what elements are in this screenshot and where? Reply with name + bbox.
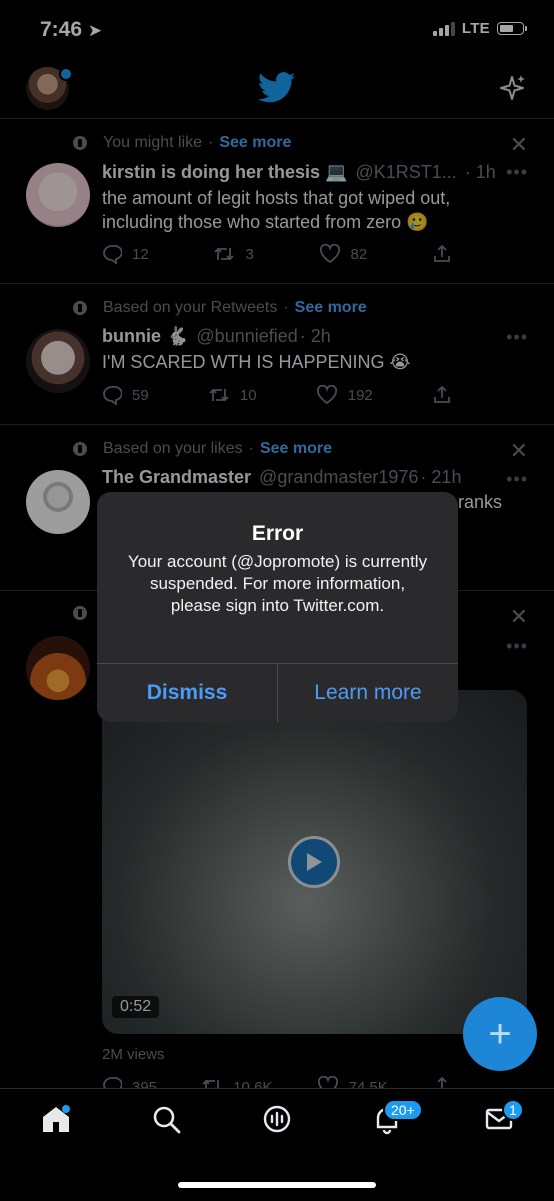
spaces-icon[interactable]: [259, 1101, 295, 1137]
suggestion-icon: [73, 301, 87, 315]
video-duration: 0:52: [112, 996, 160, 1018]
reply-icon: [103, 385, 122, 405]
signal-icon: [432, 21, 455, 36]
avatar[interactable]: [26, 470, 90, 534]
divider: [0, 424, 554, 425]
search-icon[interactable]: [148, 1101, 184, 1137]
play-icon: [307, 853, 322, 871]
share-button[interactable]: [432, 1076, 452, 1088]
tweet-text: I'M SCARED WTH IS HAPPENING 😭: [102, 352, 411, 372]
status-time: 7:46 ➤: [40, 18, 103, 41]
home-icon[interactable]: [38, 1101, 74, 1137]
sparkle-icon[interactable]: [497, 73, 527, 103]
see-more-link[interactable]: See more: [260, 440, 332, 458]
tweet-author[interactable]: The Grandmaster @grandmaster1976 · 21h: [102, 467, 461, 488]
home-indicator: [178, 1182, 376, 1188]
share-icon: [434, 385, 450, 403]
avatar[interactable]: [26, 636, 90, 700]
retweet-icon: [202, 1079, 222, 1088]
share-button[interactable]: [432, 244, 452, 264]
reply-button[interactable]: 59: [102, 385, 149, 405]
tweet-actions: 12 3 82: [102, 244, 452, 264]
reply-icon: [103, 1076, 122, 1088]
heart-icon: [317, 1076, 338, 1088]
retweet-button[interactable]: 10: [208, 385, 257, 405]
see-more-link[interactable]: See more: [219, 134, 291, 152]
tweet-context: You might like · See more: [73, 134, 291, 152]
view-count: 2M views: [102, 1046, 165, 1063]
see-more-link[interactable]: See more: [295, 299, 367, 317]
dialog-title: Error: [251, 522, 304, 545]
retweet-button[interactable]: 3: [213, 244, 254, 264]
reply-button[interactable]: 12: [102, 244, 149, 264]
more-options-icon[interactable]: •••: [506, 162, 528, 183]
heart-icon: [319, 244, 340, 264]
play-button[interactable]: [288, 836, 340, 888]
tweet-text: the amount of legit hosts that got wiped…: [102, 188, 451, 232]
avatar[interactable]: [26, 329, 90, 393]
more-options-icon[interactable]: •••: [506, 636, 528, 657]
notifications-badge: 20+: [383, 1099, 423, 1121]
tweet-author[interactable]: kirstin is doing her thesis 💻 @K1RST1...…: [102, 162, 496, 183]
suggestion-icon: [73, 442, 87, 456]
close-icon[interactable]: ✕: [510, 132, 528, 158]
dismiss-button[interactable]: Dismiss: [97, 664, 277, 722]
close-icon[interactable]: ✕: [510, 438, 528, 464]
tweet-text: ranks: [458, 492, 503, 512]
more-options-icon[interactable]: •••: [506, 469, 528, 490]
heart-icon: [316, 385, 337, 405]
network-label: LTE: [461, 20, 490, 37]
status-icons: LTE: [432, 20, 527, 37]
like-button[interactable]: 192: [316, 385, 373, 405]
messages-badge: 1: [502, 1099, 524, 1121]
retweet-icon: [209, 388, 229, 402]
tweet-actions: 59 10 192: [102, 385, 452, 405]
unread-dot: [59, 67, 73, 81]
retweet-icon: [214, 247, 235, 261]
dialog-message: Your account (@Jopromote) is currently s…: [127, 552, 428, 615]
like-button[interactable]: 74.5K: [317, 1076, 388, 1088]
learn-more-button[interactable]: Learn more: [278, 664, 458, 722]
suggestion-icon: [73, 606, 87, 620]
tweet-context: Based on your likes · See more: [73, 440, 332, 458]
share-icon: [434, 1076, 450, 1088]
tweet-context: Based on your Retweets · See more: [73, 299, 367, 317]
compose-tweet-button[interactable]: +: [463, 997, 537, 1071]
divider: [0, 118, 554, 119]
reply-icon: [103, 244, 122, 264]
avatar[interactable]: [26, 163, 90, 227]
divider: [0, 283, 554, 284]
suggestion-icon: [73, 136, 87, 150]
tweet-author[interactable]: bunnie 🐇 @bunniefied · 2h: [102, 326, 331, 347]
share-button[interactable]: [432, 385, 452, 405]
reply-button[interactable]: 395: [102, 1076, 157, 1088]
twitter-bird-icon[interactable]: [258, 72, 296, 104]
tweet-actions: 395 10.6K 74.5K: [102, 1076, 452, 1088]
share-icon: [434, 244, 450, 262]
retweet-button[interactable]: 10.6K: [201, 1076, 272, 1088]
close-icon[interactable]: ✕: [510, 604, 528, 630]
more-options-icon[interactable]: •••: [506, 327, 528, 348]
battery-icon: [497, 22, 527, 35]
error-dialog: Error Your account (@Jopromote) is curre…: [97, 492, 458, 722]
like-button[interactable]: 82: [319, 244, 367, 264]
